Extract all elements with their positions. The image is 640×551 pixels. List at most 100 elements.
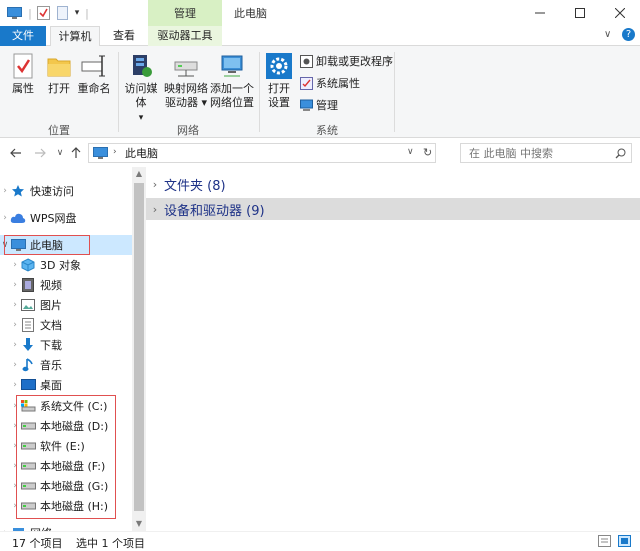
- add-location-label-2: 网络位置: [210, 96, 254, 109]
- refresh-icon[interactable]: ↻: [423, 146, 432, 159]
- expand-chevron-icon[interactable]: ›: [10, 380, 20, 390]
- rename-label: 重命名: [77, 82, 111, 95]
- scroll-up-icon[interactable]: ▲: [132, 167, 146, 181]
- uninstall-icon: [300, 54, 313, 68]
- recent-locations-dropdown[interactable]: ∨: [52, 145, 68, 161]
- nav-item-wps[interactable]: › WPS网盘: [0, 208, 132, 228]
- nav-label: 音乐: [40, 359, 62, 372]
- nav-item-downloads[interactable]: › 下载: [0, 335, 132, 355]
- expand-chevron-icon[interactable]: ›: [10, 280, 20, 290]
- ribbon-tabs: 文件 计算机 查看 驱动器工具 ∨ ?: [0, 26, 640, 47]
- search-input[interactable]: [461, 144, 611, 162]
- tab-manage-context[interactable]: 管理: [148, 0, 222, 26]
- back-button[interactable]: [8, 145, 24, 161]
- star-icon: [10, 183, 26, 199]
- expand-chevron-icon[interactable]: ›: [10, 300, 20, 310]
- uninstall-label: 卸载或更改程序: [316, 55, 393, 68]
- group-separator: [394, 52, 395, 132]
- properties-icon: [13, 53, 33, 79]
- open-label: 打开: [48, 82, 70, 95]
- tab-drive-tools[interactable]: 驱动器工具: [148, 26, 222, 46]
- scroll-thumb[interactable]: [134, 183, 144, 511]
- breadcrumb-this-pc[interactable]: 此电脑: [125, 144, 158, 163]
- document-icon: [20, 317, 36, 333]
- properties-check-icon[interactable]: [36, 5, 50, 21]
- up-button[interactable]: [68, 145, 84, 161]
- expand-chevron-icon[interactable]: ›: [10, 340, 20, 350]
- navigation-pane: › 快速访问 › WPS网盘 ∨ 此电脑 › 3D 对象 › 视频 › 图片 ›…: [0, 167, 146, 531]
- status-bar: 17 个项目 选中 1 个项目: [0, 531, 640, 551]
- breadcrumb-chevron-icon: ›: [113, 147, 117, 157]
- title-bar: | ▾ | 管理 此电脑: [0, 0, 640, 26]
- group-separator: [259, 52, 260, 132]
- computer-management-icon: [300, 99, 313, 111]
- close-button[interactable]: [600, 0, 640, 26]
- address-bar[interactable]: › 此电脑 ∨ ↻: [88, 143, 436, 163]
- expand-chevron-icon[interactable]: ›: [146, 178, 164, 191]
- nav-item-desktop[interactable]: › 桌面: [0, 375, 132, 395]
- minimize-button[interactable]: [520, 0, 560, 26]
- selected-count: 选中 1 个项目: [76, 537, 145, 550]
- nav-item-documents[interactable]: › 文档: [0, 315, 132, 335]
- nav-item-quick-access[interactable]: › 快速访问: [0, 181, 132, 201]
- ribbon: 属性 打开 重命名 位置 访问媒体 ▾ 映射网络 驱动器 ▾ 添加一个 网络位置…: [0, 46, 640, 138]
- system-properties-label: 系统属性: [316, 77, 360, 90]
- group-header-folders[interactable]: › 文件夹 (8): [146, 173, 640, 195]
- map-drive-label-1: 映射网络: [164, 82, 208, 95]
- tab-file[interactable]: 文件: [0, 26, 46, 46]
- forward-button[interactable]: [32, 145, 48, 161]
- expand-chevron-icon[interactable]: ›: [0, 213, 10, 223]
- address-dropdown-icon[interactable]: ∨: [407, 147, 414, 157]
- manage-button[interactable]: 管理: [300, 96, 338, 114]
- rename-button[interactable]: 重命名: [76, 52, 112, 96]
- forward-arrow-icon: [35, 148, 46, 158]
- tab-view[interactable]: 查看: [104, 26, 144, 46]
- nav-item-videos[interactable]: › 视频: [0, 275, 132, 295]
- nav-label: 3D 对象: [40, 259, 81, 272]
- expand-chevron-icon[interactable]: ›: [10, 260, 20, 270]
- maximize-button[interactable]: [560, 0, 600, 26]
- details-view-icon[interactable]: [598, 535, 611, 550]
- open-settings-label-2: 设置: [268, 96, 290, 109]
- nav-label: 视频: [40, 279, 62, 292]
- nav-item-3d-objects[interactable]: › 3D 对象: [0, 255, 132, 275]
- scroll-down-icon[interactable]: ▼: [132, 517, 146, 531]
- group-label-location: 位置: [48, 124, 70, 137]
- collapse-ribbon-icon[interactable]: ∨: [604, 29, 611, 40]
- nav-scrollbar[interactable]: ▲ ▼: [132, 167, 146, 531]
- dropdown-arrow-icon: ▾: [197, 96, 208, 109]
- expand-chevron-icon[interactable]: ›: [146, 203, 164, 216]
- open-settings-button[interactable]: 打开 设置: [264, 52, 294, 110]
- open-button[interactable]: 打开: [42, 52, 76, 96]
- properties-button[interactable]: 属性: [6, 52, 40, 96]
- tab-computer[interactable]: 计算机: [50, 26, 100, 47]
- gear-icon: [266, 53, 292, 79]
- nav-label: 文档: [40, 319, 62, 332]
- search-box[interactable]: [460, 143, 632, 163]
- uninstall-program-button[interactable]: 卸载或更改程序: [300, 52, 393, 70]
- help-icon[interactable]: ?: [622, 28, 635, 41]
- window-title: 此电脑: [234, 7, 267, 20]
- access-media-button[interactable]: 访问媒体 ▾: [120, 52, 162, 125]
- annotation-box-drives: [16, 395, 116, 519]
- expand-chevron-icon[interactable]: ›: [10, 360, 20, 370]
- nav-label: 桌面: [40, 379, 62, 392]
- map-network-drive-button[interactable]: 映射网络 驱动器 ▾: [164, 52, 208, 110]
- expand-chevron-icon[interactable]: ›: [0, 186, 10, 196]
- large-icons-view-icon[interactable]: [618, 535, 631, 550]
- nav-item-music[interactable]: › 音乐: [0, 355, 132, 375]
- maximize-icon: [575, 8, 585, 18]
- group-header-devices[interactable]: › 设备和驱动器 (9): [146, 198, 640, 220]
- system-properties-button[interactable]: 系统属性: [300, 74, 360, 92]
- cloud-icon: [10, 210, 26, 226]
- expand-chevron-icon[interactable]: ›: [10, 320, 20, 330]
- customize-quick-access-icon[interactable]: ▾: [72, 5, 82, 21]
- group-label-network: 网络: [177, 124, 199, 137]
- nav-item-pictures[interactable]: › 图片: [0, 295, 132, 315]
- new-folder-icon[interactable]: [56, 5, 68, 21]
- add-network-location-button[interactable]: 添加一个 网络位置: [208, 52, 256, 110]
- computer-icon[interactable]: [6, 5, 22, 21]
- search-icon: [615, 148, 626, 159]
- nav-item-network[interactable]: › 网络: [0, 523, 132, 531]
- chevron-down-icon: ∨: [56, 148, 64, 158]
